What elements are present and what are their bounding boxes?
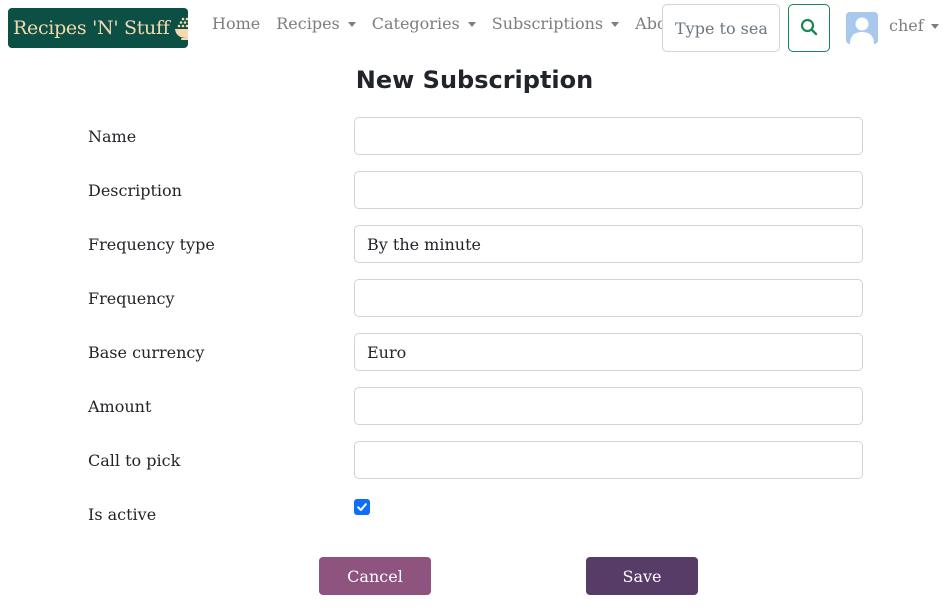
call-to-pick-label: Call to pick: [88, 451, 181, 470]
page-title: New Subscription: [355, 66, 594, 94]
search-icon: [800, 18, 818, 39]
caret-down-icon: [467, 22, 476, 27]
base-currency-field[interactable]: [354, 333, 863, 371]
cancel-button[interactable]: Cancel: [319, 557, 431, 595]
frequency-type-label: Frequency type: [88, 235, 215, 254]
frequency-field[interactable]: [354, 279, 863, 317]
call-to-pick-field[interactable]: [354, 441, 863, 479]
nav-recipes-label: Recipes: [276, 14, 340, 33]
main-nav: Home Recipes Categories Subscriptions Ab…: [212, 14, 699, 33]
amount-label: Amount: [88, 397, 152, 416]
nav-recipes-dropdown[interactable]: Recipes: [276, 14, 356, 33]
is-active-label: Is active: [88, 505, 157, 524]
save-button[interactable]: Save: [586, 557, 698, 595]
bowl-icon: [174, 16, 188, 40]
frequency-label: Frequency: [88, 289, 175, 308]
search-button[interactable]: [788, 4, 830, 52]
base-currency-label: Base currency: [88, 343, 205, 362]
caret-down-icon: [611, 22, 620, 27]
is-active-checkbox[interactable]: [354, 499, 370, 515]
nav-categories-label: Categories: [371, 14, 460, 33]
amount-field[interactable]: [354, 387, 863, 425]
description-field[interactable]: [354, 171, 863, 209]
brand-logo[interactable]: Recipes 'N' Stuff: [8, 8, 188, 48]
nav-subscriptions-label: Subscriptions: [491, 14, 604, 33]
user-menu-dropdown[interactable]: chef: [889, 16, 939, 35]
nav-home-label: Home: [212, 14, 261, 33]
checkmark-icon: [356, 498, 368, 517]
user-name: chef: [889, 16, 924, 35]
description-label: Description: [88, 181, 182, 200]
user-avatar-icon[interactable]: [846, 12, 878, 44]
nav-subscriptions-dropdown[interactable]: Subscriptions: [491, 14, 620, 33]
search-input[interactable]: [662, 4, 780, 52]
brand-name: Recipes 'N' Stuff: [13, 17, 170, 39]
name-label: Name: [88, 127, 137, 146]
frequency-type-field[interactable]: [354, 225, 863, 263]
name-field[interactable]: [354, 117, 863, 155]
caret-down-icon: [347, 22, 356, 27]
nav-home[interactable]: Home: [212, 14, 260, 33]
caret-down-icon: [930, 24, 939, 29]
nav-categories-dropdown[interactable]: Categories: [372, 14, 476, 33]
